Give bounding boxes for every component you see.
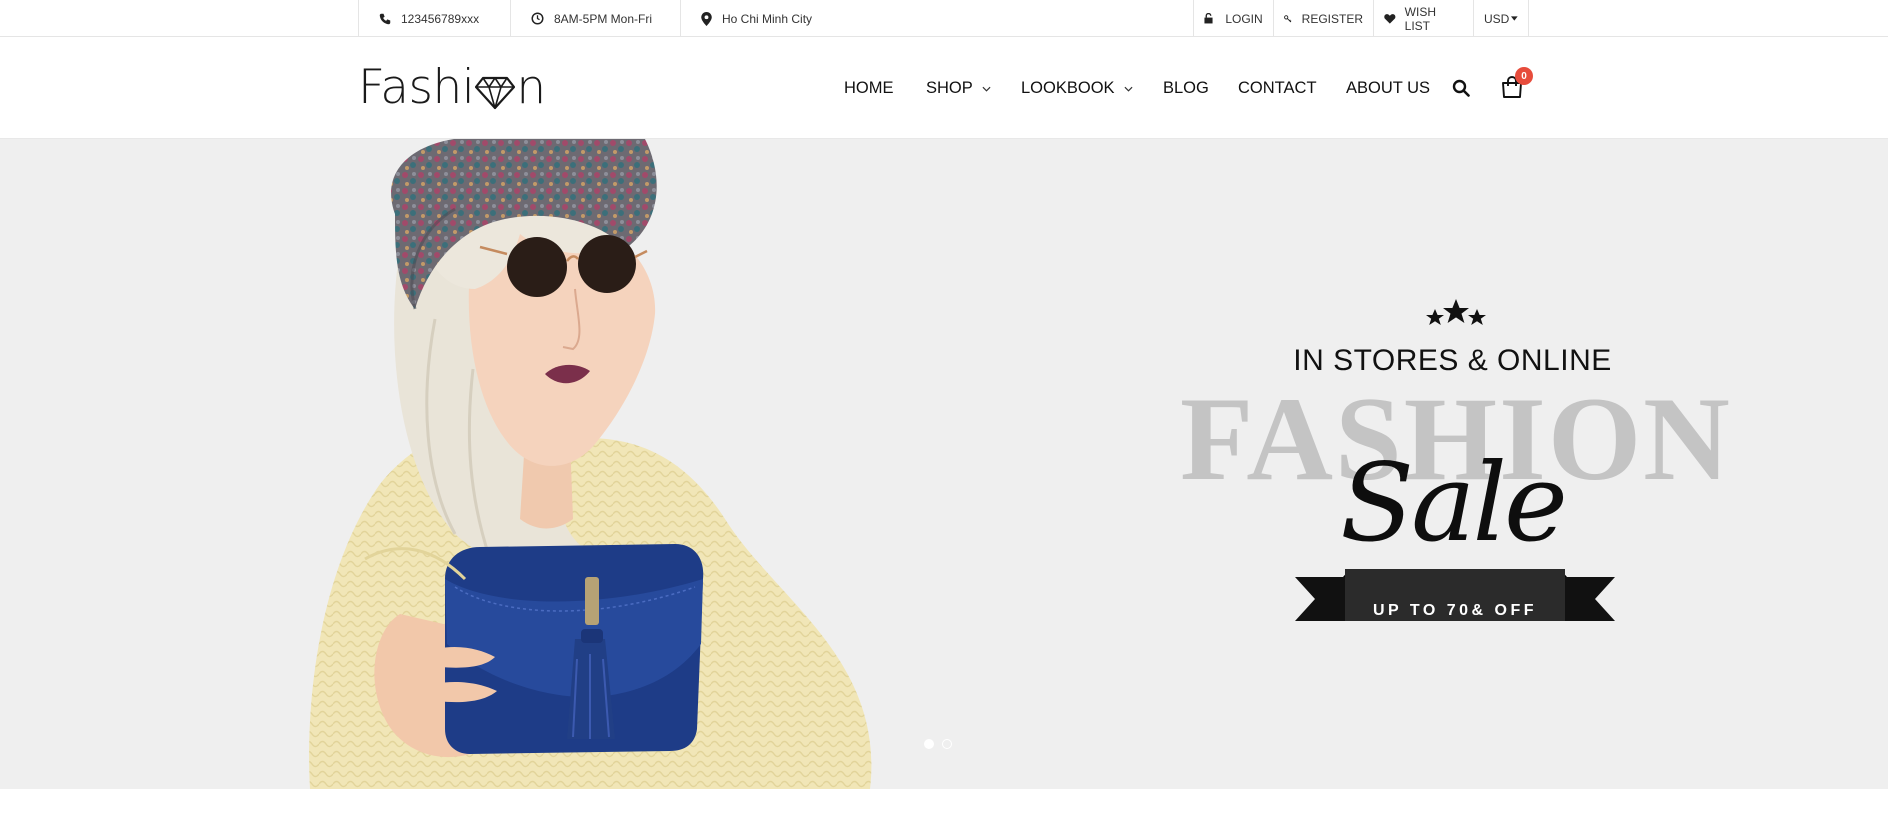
stars-icon bbox=[1426, 299, 1486, 325]
nav-contact-label: CONTACT bbox=[1238, 79, 1317, 97]
promo-banner: IN STORES & ONLINE FASHION Sale UP TO 70… bbox=[1180, 139, 1740, 789]
lock-icon bbox=[1204, 13, 1213, 24]
location-text: Ho Chi Minh City bbox=[722, 11, 813, 26]
map-pin-icon bbox=[701, 11, 712, 26]
nav-lookbook-wrap: LOOKBOOK bbox=[1021, 79, 1133, 98]
phone-info: 123456789xxx bbox=[358, 0, 510, 37]
promo-discount-label: UP TO 70& OFF bbox=[1372, 602, 1538, 619]
caret-down-icon bbox=[1511, 16, 1518, 21]
login-label: LOGIN bbox=[1225, 11, 1263, 26]
currency-value: USD bbox=[1484, 11, 1510, 26]
register-link[interactable]: REGISTER bbox=[1273, 0, 1373, 37]
nav-contact[interactable]: CONTACT bbox=[1238, 38, 1317, 139]
heart-icon bbox=[1384, 14, 1396, 24]
slide-dot-2[interactable] bbox=[942, 739, 952, 749]
nav-shop[interactable]: SHOP bbox=[926, 38, 991, 139]
diamond-icon bbox=[475, 76, 516, 110]
nav-shop-label: SHOP bbox=[926, 79, 973, 97]
nav-shop-wrap: SHOP bbox=[926, 79, 991, 98]
register-label: REGISTER bbox=[1301, 11, 1363, 26]
slider-pagination bbox=[924, 739, 952, 749]
wishlist-label: WISH LIST bbox=[1404, 4, 1437, 33]
nav-blog[interactable]: BLOG bbox=[1163, 38, 1209, 139]
login-link[interactable]: LOGIN bbox=[1193, 0, 1273, 37]
promo-script-word: Sale bbox=[1340, 441, 1568, 566]
nav-home-label: HOME bbox=[844, 79, 894, 97]
chevron-down-icon bbox=[1124, 86, 1133, 92]
hours-info: 8AM-5PM Mon-Fri bbox=[510, 0, 680, 37]
nav-lookbook[interactable]: LOOKBOOK bbox=[1021, 38, 1133, 139]
chevron-down-icon bbox=[982, 86, 991, 92]
business-hours: 8AM-5PM Mon-Fri bbox=[554, 11, 653, 26]
key-icon bbox=[1284, 14, 1292, 22]
logo-text-right: n bbox=[516, 60, 546, 115]
cart-count-badge: 0 bbox=[1515, 67, 1533, 85]
logo-text-left: Fashi bbox=[358, 60, 475, 115]
wishlist-link[interactable]: WISH LIST bbox=[1373, 0, 1473, 37]
top-bar: 123456789xxx 8AM-5PM Mon-Fri Ho Chi Minh… bbox=[0, 0, 1888, 37]
nav-blog-label: BLOG bbox=[1163, 79, 1209, 97]
phone-icon bbox=[379, 13, 391, 24]
clock-icon bbox=[531, 12, 544, 25]
currency-select[interactable]: USD bbox=[1473, 0, 1529, 37]
nav-about[interactable]: ABOUT US bbox=[1346, 38, 1430, 139]
location-info: Ho Chi Minh City bbox=[680, 0, 860, 37]
slide-dot-1[interactable] bbox=[924, 739, 934, 749]
hero-slider: IN STORES & ONLINE FASHION Sale UP TO 70… bbox=[0, 139, 1888, 789]
nav-about-label: ABOUT US bbox=[1346, 79, 1431, 97]
phone-number: 123456789xxx bbox=[401, 11, 480, 26]
search-icon[interactable] bbox=[1452, 79, 1470, 97]
nav-home[interactable]: HOME bbox=[844, 38, 894, 139]
nav-lookbook-label: LOOKBOOK bbox=[1021, 79, 1115, 97]
hero-model-image bbox=[309, 139, 872, 789]
main-header: Fashi n HOME SHOP LOOKBOOK BLOG CONTACT bbox=[0, 38, 1888, 139]
site-logo[interactable]: Fashi n bbox=[358, 64, 546, 112]
